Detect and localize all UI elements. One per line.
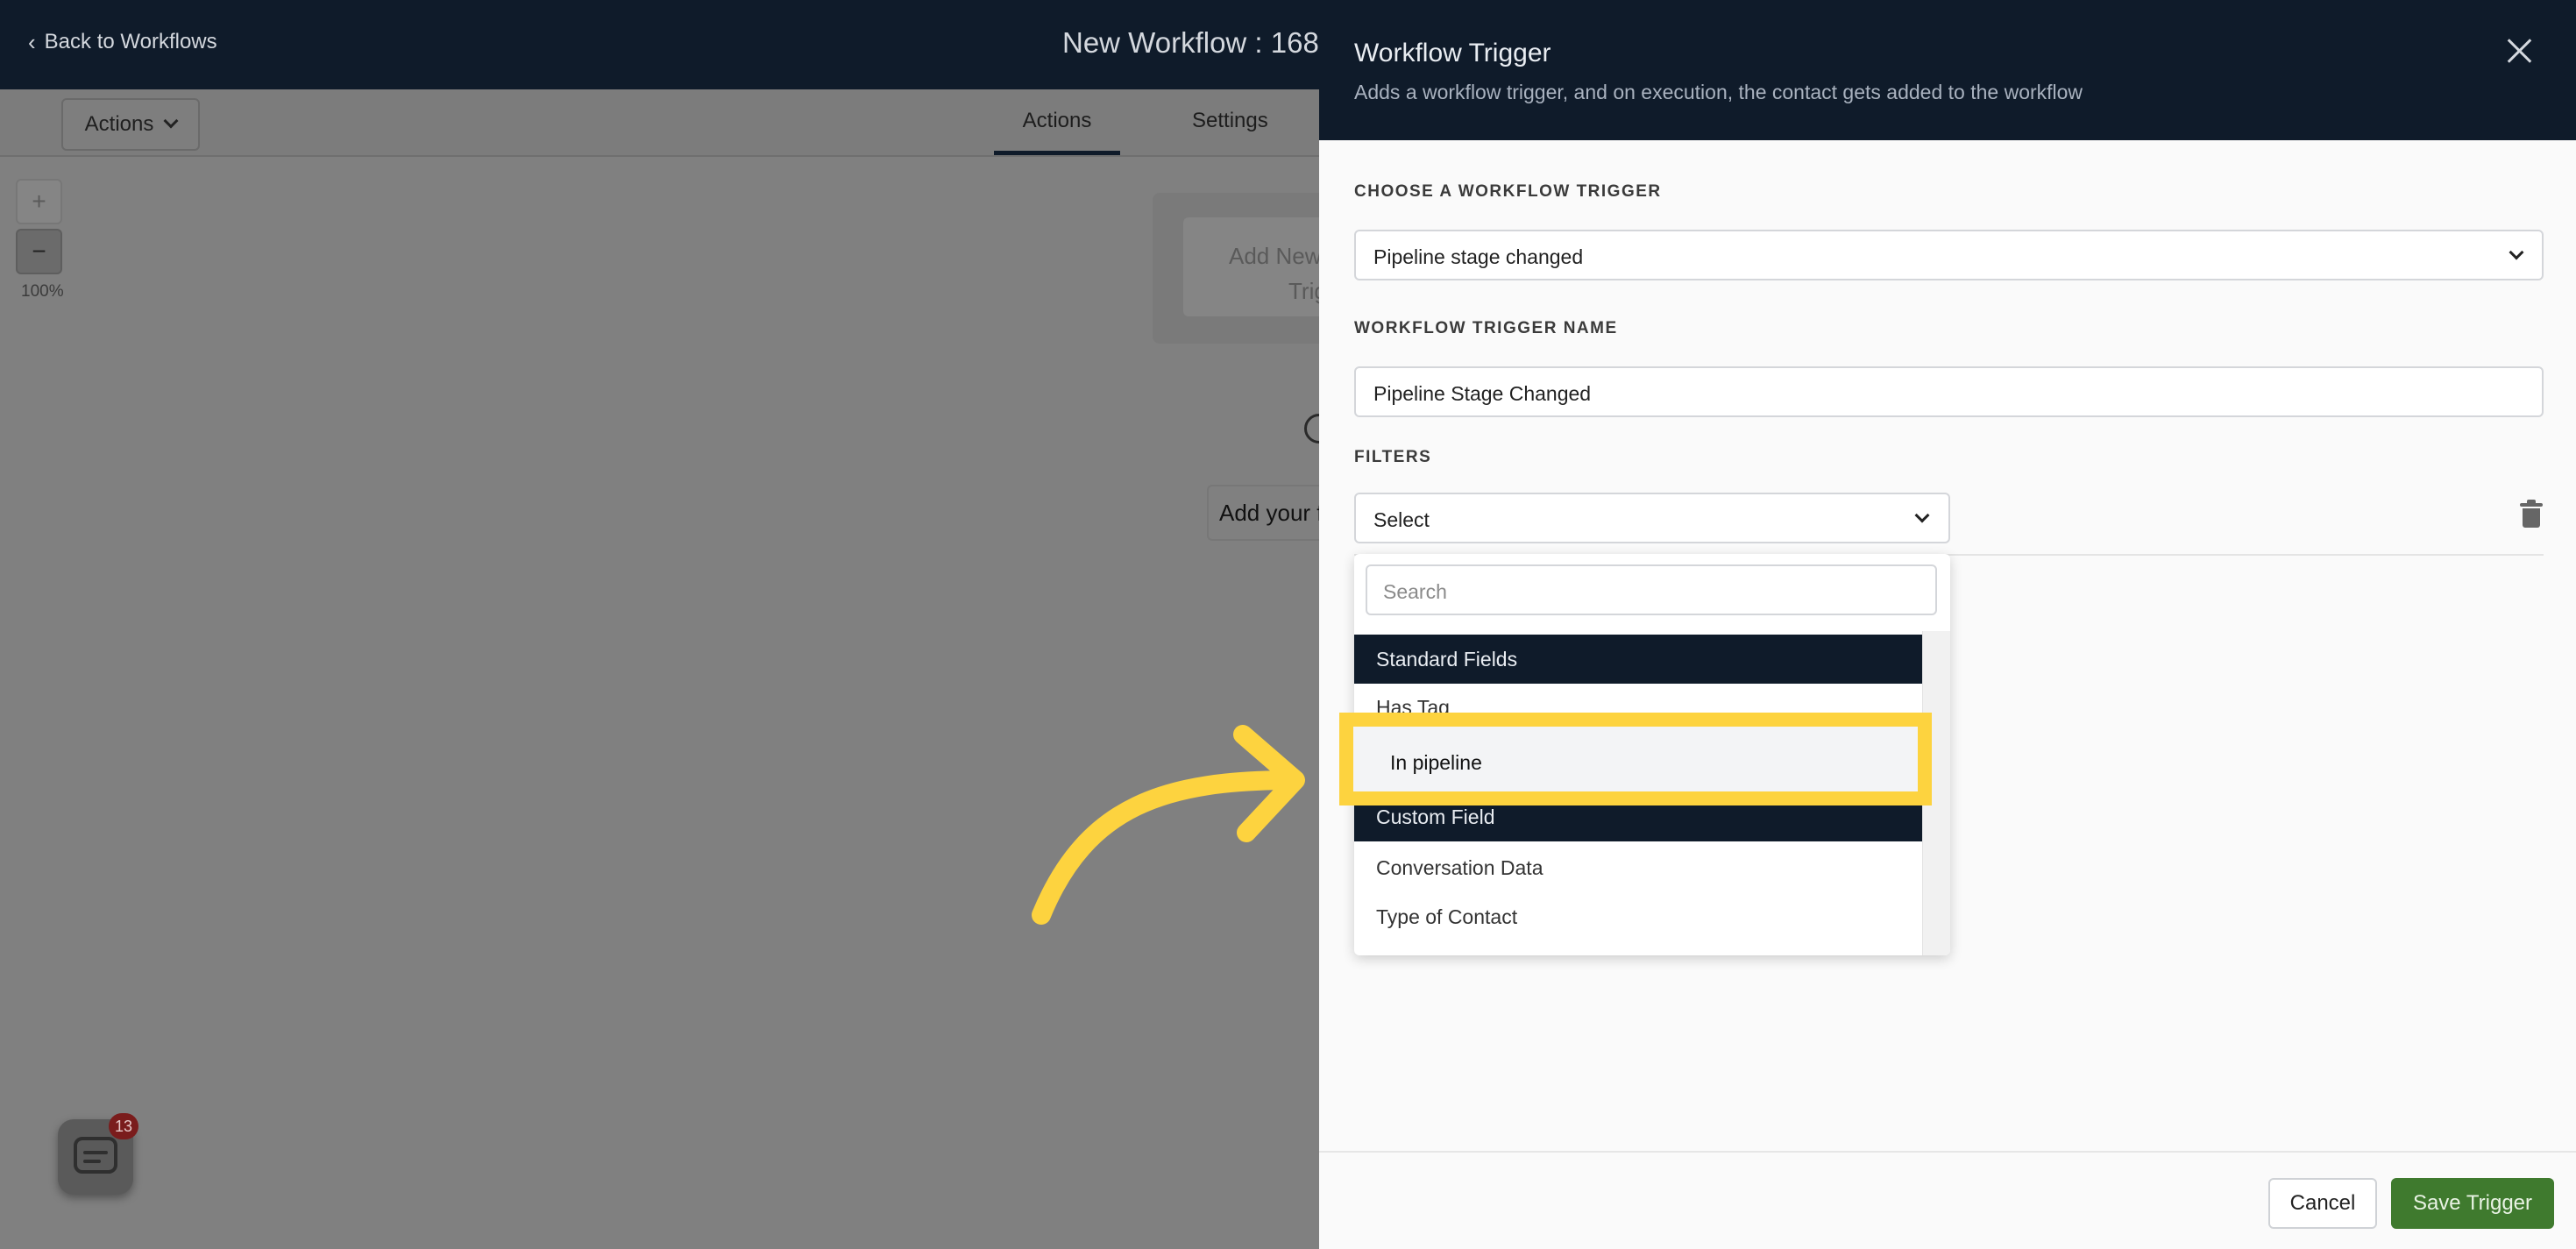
choose-trigger-label: CHOOSE A WORKFLOW TRIGGER [1354, 182, 1662, 201]
zoom-out-button[interactable]: − [16, 229, 62, 274]
active-tab-indicator [994, 151, 1120, 155]
workflow-title: New Workflow : 1688 [1062, 26, 1336, 59]
cancel-button[interactable]: Cancel [2268, 1178, 2377, 1229]
actions-dropdown-button[interactable]: Actions [61, 98, 200, 151]
dropdown-option-type-of-contact[interactable]: Type of Contact [1354, 892, 1922, 941]
tab-settings[interactable]: Settings [1192, 109, 1268, 133]
panel-subtitle: Adds a workflow trigger, and on executio… [1354, 81, 2083, 103]
chat-unread-badge: 13 [109, 1113, 138, 1139]
workflow-trigger-panel: Workflow Trigger Adds a workflow trigger… [1319, 0, 2576, 1249]
chat-line-icon-part [83, 1151, 108, 1154]
back-link-label: Back to Workflows [44, 30, 217, 53]
trash-icon[interactable] [2520, 500, 2543, 528]
zoom-in-button[interactable]: + [16, 179, 62, 224]
chevron-down-icon [2509, 245, 2524, 260]
trigger-type-select[interactable]: Pipeline stage changed [1354, 230, 2544, 280]
panel-header: Workflow Trigger Adds a workflow trigger… [1319, 0, 2576, 140]
annotation-arrow-icon [1032, 725, 1305, 925]
add-first-action-text: Add your f [1219, 500, 1323, 526]
trigger-name-value: Pipeline Stage Changed [1373, 382, 1592, 405]
panel-title: Workflow Trigger [1354, 39, 1551, 67]
tab-actions[interactable]: Actions [994, 109, 1120, 133]
panel-footer: Cancel Save Trigger [1319, 1151, 2576, 1249]
dropdown-option-in-pipeline[interactable]: In pipeline [1339, 713, 1932, 805]
add-trigger-line-1: Add New [1229, 243, 1322, 269]
dropdown-option-conversation-data[interactable]: Conversation Data [1354, 843, 1922, 892]
save-trigger-button[interactable]: Save Trigger [2391, 1178, 2554, 1229]
add-trigger-card-text: Add New Trig [1229, 238, 1327, 309]
in-pipeline-label: In pipeline [1390, 751, 1482, 774]
chevron-down-icon [163, 113, 179, 129]
back-to-workflows-link[interactable]: ‹ Back to Workflows [28, 30, 217, 54]
trigger-type-value: Pipeline stage changed [1373, 245, 1584, 268]
chevron-left-icon: ‹ [28, 29, 36, 55]
trigger-name-input[interactable]: Pipeline Stage Changed [1354, 366, 2544, 417]
filter-select-value: Select [1373, 508, 1430, 531]
dropdown-search-input[interactable]: Search [1366, 564, 1937, 615]
chat-bubble-icon [74, 1137, 117, 1174]
trigger-name-label: WORKFLOW TRIGGER NAME [1354, 319, 1618, 337]
dropdown-search-placeholder: Search [1383, 580, 1447, 603]
filter-field-select[interactable]: Select [1354, 493, 1950, 543]
chevron-down-icon [1914, 507, 1930, 523]
actions-dropdown-label: Actions [84, 112, 154, 136]
close-icon[interactable] [2502, 33, 2537, 68]
filters-label: FILTERS [1354, 448, 1432, 466]
zoom-level: 100% [21, 282, 64, 301]
dropdown-group-standard-fields: Standard Fields [1354, 635, 1922, 684]
add-trigger-line-2: Trig [1288, 278, 1327, 304]
chat-line-icon-part [83, 1160, 101, 1163]
